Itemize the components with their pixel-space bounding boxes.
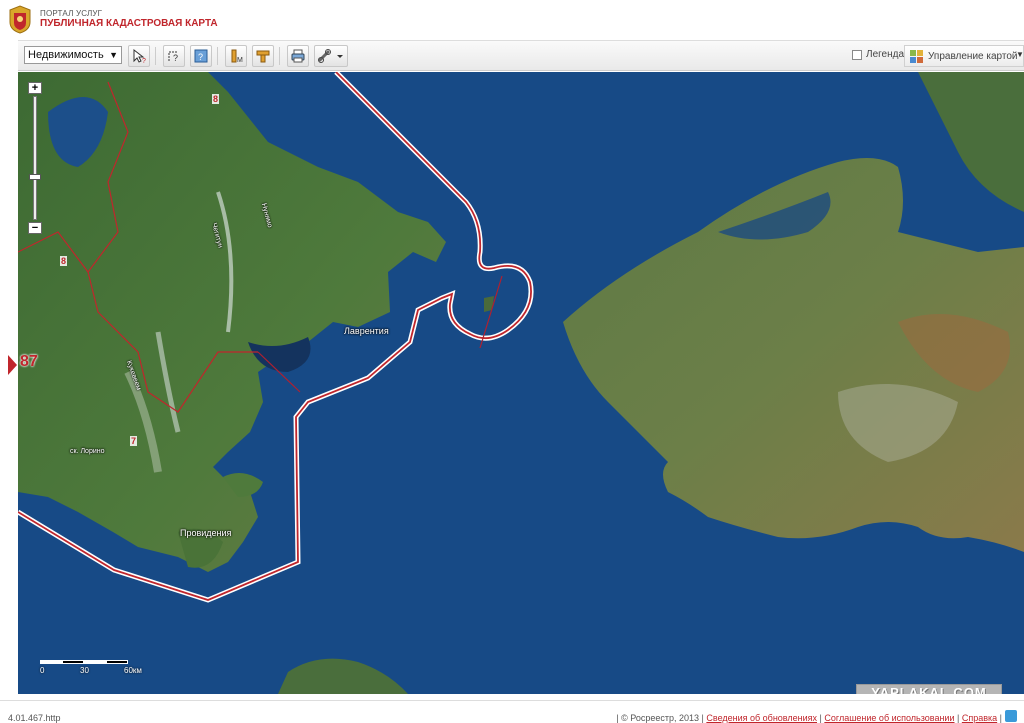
legend-checkbox[interactable] xyxy=(852,50,862,60)
help-link[interactable]: Справка xyxy=(962,713,997,723)
layers-grid-icon xyxy=(910,50,923,63)
chevron-down-icon: ▼ xyxy=(109,50,118,60)
scale-label-zero: 0 xyxy=(40,666,45,675)
cursor-question-icon: ? xyxy=(133,48,146,64)
watermark: YAPLAKAL.COM xyxy=(856,684,1002,694)
layer-select[interactable]: Недвижимость ▼ xyxy=(24,46,122,64)
place-label-lorino: ск. Лорино xyxy=(70,448,105,455)
zoom-out-button[interactable]: − xyxy=(28,222,42,234)
help-button[interactable]: ? xyxy=(190,45,212,67)
area-query-icon: ? xyxy=(168,51,178,63)
identify-button[interactable]: ? xyxy=(128,45,150,67)
footer: 4.01.467.http | © Росреестр, 2013 | Свед… xyxy=(0,700,1024,723)
zone-number[interactable]: 7 xyxy=(130,436,138,446)
help-icon: ? xyxy=(194,49,208,63)
link-button[interactable] xyxy=(314,45,348,67)
terms-link[interactable]: Соглашение об использовании xyxy=(824,713,954,723)
zoom-in-button[interactable]: + xyxy=(28,82,42,94)
scale-label-max: 60км xyxy=(124,666,142,675)
svg-text:?: ? xyxy=(198,52,203,62)
legend-label[interactable]: Легенда xyxy=(866,49,904,60)
map-toolbar: Недвижимость ▼ ? ? ? M Легенда Управлени… xyxy=(18,40,1024,71)
panel-toggle-arrow-icon[interactable] xyxy=(8,355,17,375)
toolbar-separator xyxy=(279,47,280,65)
portal-label: ПОРТАЛ УСЛУГ xyxy=(40,9,103,18)
scale-segment xyxy=(84,660,106,664)
twitter-icon[interactable] xyxy=(1005,710,1017,722)
zoom-slider-thumb[interactable] xyxy=(29,174,41,180)
region-number[interactable]: 87 xyxy=(20,353,38,371)
satellite-imagery xyxy=(18,72,1024,694)
header: ПОРТАЛ УСЛУГ ПУБЛИЧНАЯ КАДАСТРОВАЯ КАРТА xyxy=(0,0,1024,38)
zone-number[interactable]: 8 xyxy=(212,94,220,104)
toolbar-separator xyxy=(217,47,218,65)
zone-number[interactable]: 8 xyxy=(60,256,68,266)
scale-segment xyxy=(40,660,62,664)
toolbar-separator xyxy=(155,47,156,65)
printer-icon xyxy=(291,49,305,63)
zoom-control[interactable]: + − xyxy=(28,82,42,234)
map-control-label: Управление картой xyxy=(928,51,1018,62)
measure-distance-button[interactable]: M xyxy=(225,45,247,67)
zoom-slider-track[interactable] xyxy=(33,96,37,220)
scale-segment xyxy=(62,660,84,664)
scale-bar: 0 30 60км xyxy=(40,658,142,678)
svg-text:M: M xyxy=(237,57,243,64)
map-control-button[interactable]: Управление картой ▼ xyxy=(904,45,1024,67)
map-view[interactable]: 8 8 7 Лаврентия Провидения ск. Лорино Че… xyxy=(18,72,1024,694)
rosreestr-emblem-icon[interactable] xyxy=(6,4,34,34)
search-area-button[interactable]: ? xyxy=(163,45,185,67)
updates-link[interactable]: Сведения об обновлениях xyxy=(706,713,817,723)
link-icon xyxy=(318,49,343,63)
print-button[interactable] xyxy=(287,45,309,67)
version-label: 4.01.467.http xyxy=(8,713,61,723)
copyright: | © Росреестр, 2013 | xyxy=(616,713,704,723)
area-ruler-icon xyxy=(256,50,270,63)
chevron-down-icon: ▼ xyxy=(1016,50,1024,59)
measure-area-button[interactable] xyxy=(252,45,274,67)
scale-label-mid: 30 xyxy=(80,666,89,675)
svg-text:?: ? xyxy=(173,53,178,63)
ruler-icon: M xyxy=(231,49,243,64)
svg-text:?: ? xyxy=(142,58,146,64)
footer-links: | © Росреестр, 2013 | Сведения об обновл… xyxy=(616,713,1002,723)
site-title[interactable]: ПУБЛИЧНАЯ КАДАСТРОВАЯ КАРТА xyxy=(40,18,218,29)
layer-select-value: Недвижимость xyxy=(28,49,104,61)
place-label-provideniya: Провидения xyxy=(180,528,232,538)
place-label-lavrentiya: Лаврентия xyxy=(344,326,389,336)
scale-segment xyxy=(106,660,128,664)
